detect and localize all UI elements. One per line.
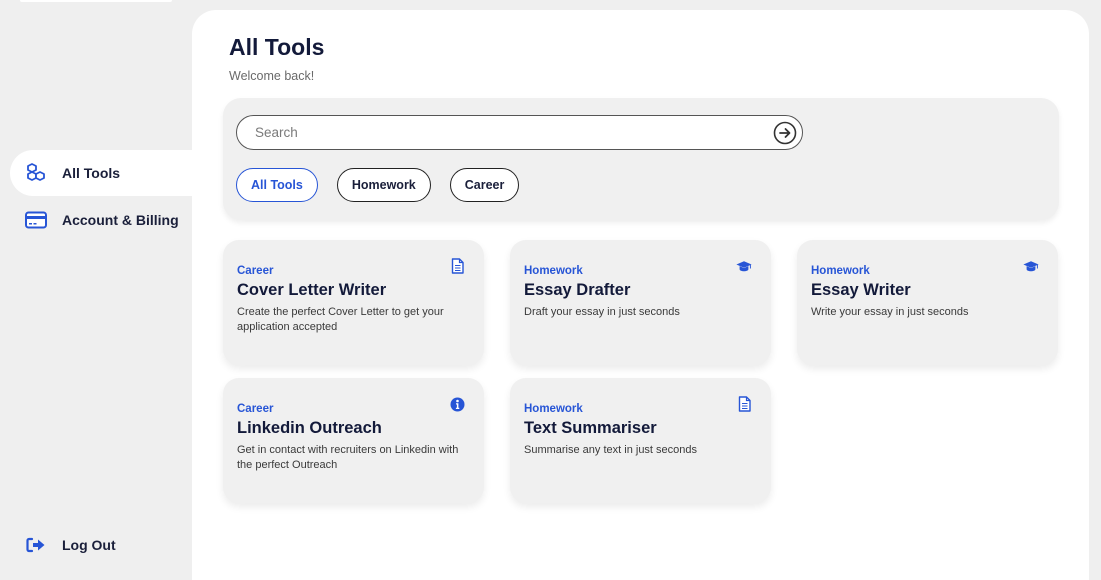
page-title: All Tools — [229, 34, 325, 60]
filter-chip-career[interactable]: Career — [449, 168, 520, 202]
filter-chip-all-tools[interactable]: All Tools — [236, 168, 318, 202]
tool-title: Cover Letter Writer — [237, 281, 387, 299]
document-icon — [736, 396, 752, 412]
tool-description: Write your essay in just seconds — [811, 306, 969, 318]
tool-category: Homework — [811, 265, 870, 277]
filter-chip-homework[interactable]: Homework — [336, 168, 431, 202]
search-bar — [236, 115, 803, 150]
credit-card-icon — [24, 208, 48, 232]
logo-area — [20, 0, 172, 2]
tool-category: Homework — [524, 403, 583, 415]
logout-button[interactable]: Log Out — [10, 522, 116, 568]
logout-label: Log Out — [62, 537, 116, 553]
top-tab — [632, 10, 847, 12]
page-subtitle: Welcome back! — [229, 69, 315, 83]
arrow-right-circle-icon — [773, 121, 797, 144]
sidebar-item-all-tools[interactable]: All Tools — [10, 150, 196, 196]
tool-description: Summarise any text in just seconds — [524, 444, 698, 456]
tool-description: Draft your essay in just seconds — [524, 306, 680, 318]
info-icon — [449, 396, 465, 412]
graduation-cap-icon — [1023, 258, 1039, 274]
tool-title: Essay Drafter — [524, 281, 631, 299]
sign-out-icon — [24, 533, 48, 557]
sidebar-item-label: All Tools — [62, 165, 121, 181]
tool-card-essay-writer[interactable]: Homework Essay Writer Write your essay i… — [797, 240, 1058, 365]
tool-category: Homework — [524, 265, 583, 277]
tool-card-cover-letter-writer[interactable]: Career Cover Letter Writer Create the pe… — [223, 240, 484, 365]
tool-description: Get in contact with recruiters on Linked… — [237, 444, 459, 471]
graduation-cap-icon — [736, 258, 752, 274]
search-submit-button[interactable] — [772, 120, 798, 146]
tool-description: Create the perfect Cover Letter to get y… — [237, 306, 444, 333]
filter-panel: All Tools Homework Career — [223, 98, 1059, 220]
tool-category: Career — [237, 403, 274, 415]
cubes-icon — [24, 161, 48, 185]
document-icon — [449, 258, 465, 274]
tool-category: Career — [237, 265, 274, 277]
tool-card-text-summariser[interactable]: Homework Text Summariser Summarise any t… — [510, 378, 771, 503]
tool-title: Text Summariser — [524, 419, 657, 437]
tool-title: Linkedin Outreach — [237, 419, 382, 437]
tool-card-linkedin-outreach[interactable]: Career Linkedin Outreach Get in contact … — [223, 378, 484, 503]
tool-title: Essay Writer — [811, 281, 911, 299]
search-input[interactable] — [255, 125, 772, 140]
filter-chips: All Tools Homework Career — [236, 168, 520, 202]
main-panel: All Tools Welcome back! All Tools Homewo… — [192, 10, 1089, 580]
sidebar-item-account-billing[interactable]: Account & Billing — [10, 197, 179, 243]
sidebar-item-label: Account & Billing — [62, 212, 179, 228]
tool-card-essay-drafter[interactable]: Homework Essay Drafter Draft your essay … — [510, 240, 771, 365]
